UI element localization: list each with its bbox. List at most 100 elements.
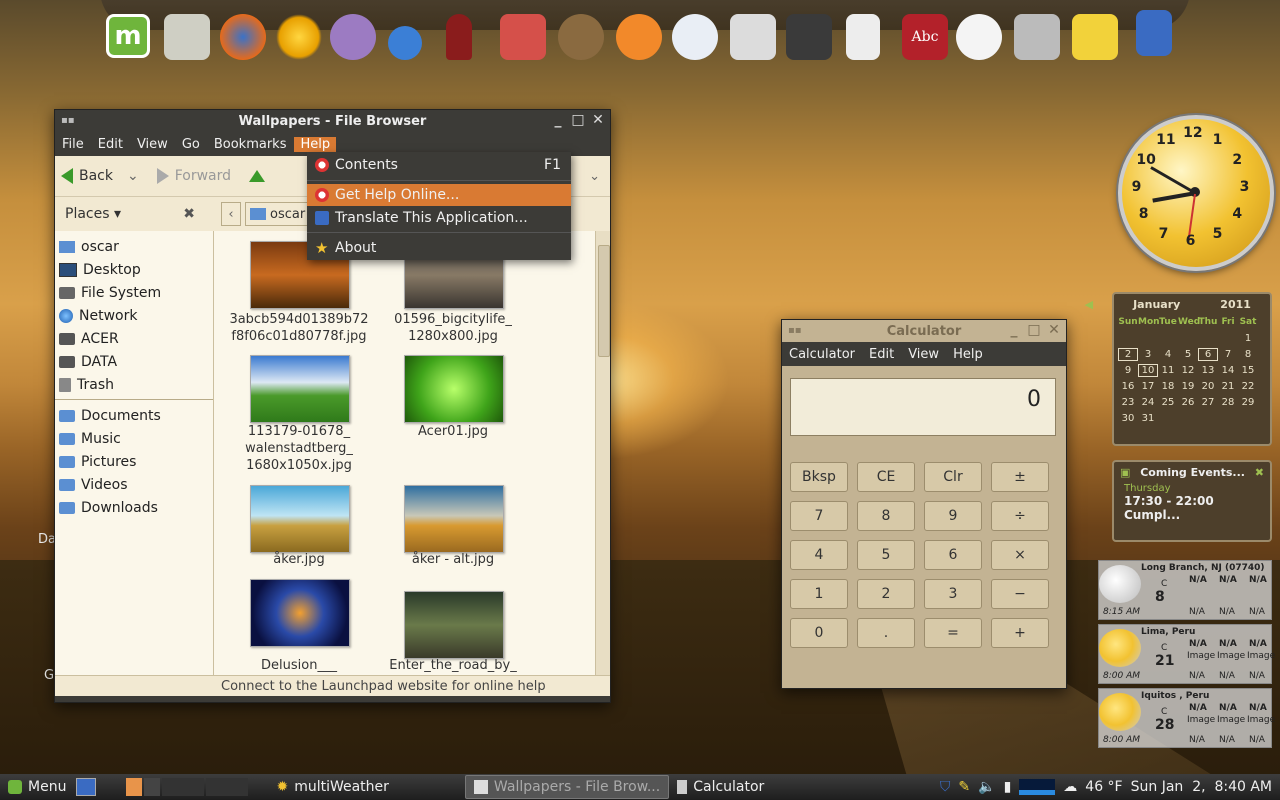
weather-widget[interactable]: Iquitos , Peru C 28 8:00 AM N/A N/A N/A Image Im… bbox=[1098, 688, 1275, 748]
weather-widget[interactable]: Long Branch, NJ (07740) C 8 8:15 AM N/A N/A N/… bbox=[1098, 560, 1272, 620]
task-calculator[interactable]: Calculator bbox=[669, 776, 772, 798]
calendar-day[interactable]: 3 bbox=[1138, 349, 1158, 360]
calc-button[interactable]: ± bbox=[991, 462, 1049, 492]
calc-button[interactable]: × bbox=[991, 540, 1049, 570]
file-browser-titlebar[interactable]: ▪▪ Wallpapers - File Browser _ □ ✕ bbox=[55, 110, 610, 132]
calculator-titlebar[interactable]: ▪▪ Calculator _ □ ✕ bbox=[782, 320, 1066, 342]
menu-bookmarks[interactable]: Bookmarks bbox=[208, 137, 293, 152]
window-menu-icon[interactable]: ▪▪ bbox=[788, 325, 802, 336]
calendar-day[interactable]: 31 bbox=[1138, 413, 1158, 424]
temperature-label[interactable]: 46 °F bbox=[1085, 779, 1122, 795]
sidebar-item-data[interactable]: DATA bbox=[55, 350, 213, 373]
menu-help[interactable]: Help bbox=[294, 136, 337, 152]
calc-button[interactable]: + bbox=[991, 618, 1049, 648]
sidebar-item-documents[interactable]: Documents bbox=[55, 404, 213, 427]
volume-icon[interactable]: 🔈 bbox=[978, 779, 995, 795]
file-thumbnail[interactable] bbox=[404, 591, 504, 659]
file-name[interactable]: 01596_bigcitylife_ 1280x800.jpg bbox=[378, 311, 528, 345]
screenshot-icon[interactable] bbox=[956, 14, 1002, 60]
sun-icon[interactable] bbox=[276, 14, 322, 60]
calc-button[interactable]: Bksp bbox=[790, 462, 848, 492]
calc-button[interactable]: CE bbox=[857, 462, 915, 492]
places-dropdown[interactable]: Places ▾ ✖ bbox=[55, 206, 205, 222]
scrollbar-thumb[interactable] bbox=[598, 245, 610, 357]
back-button[interactable]: Back ⌄ bbox=[61, 168, 139, 184]
file-thumbnail[interactable] bbox=[250, 485, 350, 553]
radio-icon[interactable] bbox=[500, 14, 546, 60]
sidebar-item-pictures[interactable]: Pictures bbox=[55, 450, 213, 473]
calc-button[interactable]: ÷ bbox=[991, 501, 1049, 531]
calendar-day[interactable]: 15 bbox=[1238, 365, 1258, 376]
shield-icon[interactable]: ⛉ bbox=[940, 779, 951, 795]
calculator-icon[interactable] bbox=[846, 14, 880, 60]
chevron-down-icon[interactable]: ⌄ bbox=[127, 168, 139, 184]
workspace-4[interactable] bbox=[206, 778, 249, 796]
workspace-2[interactable] bbox=[144, 778, 161, 796]
sidebar-item-desktop[interactable]: Desktop bbox=[55, 258, 213, 281]
forward-button[interactable]: Forward bbox=[156, 168, 231, 184]
clock-label[interactable]: Sun Jan 2, 8:40 AM bbox=[1131, 779, 1272, 795]
file-name[interactable]: Delusion___ bbox=[224, 657, 374, 674]
calendar-day[interactable]: 24 bbox=[1138, 397, 1158, 408]
minimize-icon[interactable]: _ bbox=[1006, 321, 1022, 339]
menu-help[interactable]: Help bbox=[947, 347, 989, 362]
maximize-icon[interactable]: □ bbox=[1026, 321, 1042, 339]
calc-button[interactable]: 6 bbox=[924, 540, 982, 570]
sidebar-item-trash[interactable]: Trash bbox=[55, 373, 213, 396]
bird-icon[interactable] bbox=[616, 14, 662, 60]
weather-cloud-icon[interactable]: ☁ bbox=[1063, 779, 1077, 795]
calendar-day[interactable]: 8 bbox=[1238, 349, 1258, 360]
calc-button[interactable]: − bbox=[991, 579, 1049, 609]
file-thumbnail[interactable] bbox=[250, 355, 350, 423]
mint-menu-icon[interactable]: m bbox=[106, 14, 150, 58]
camera2-icon[interactable] bbox=[1014, 14, 1060, 60]
menu-file[interactable]: File bbox=[56, 137, 90, 152]
window-menu-icon[interactable]: ▪▪ bbox=[61, 115, 75, 126]
menu-button[interactable]: Menu bbox=[0, 776, 74, 798]
workspace-1[interactable] bbox=[126, 778, 143, 796]
file-name[interactable]: Acer01.jpg bbox=[378, 423, 528, 440]
menu-edit[interactable]: Edit bbox=[863, 347, 900, 362]
calc-button[interactable]: 4 bbox=[790, 540, 848, 570]
camera-icon[interactable] bbox=[786, 14, 832, 60]
file-thumbnail[interactable] bbox=[404, 485, 504, 553]
calendar-day[interactable]: 21 bbox=[1218, 381, 1238, 392]
close-icon[interactable]: ✕ bbox=[1046, 321, 1062, 339]
calendar-day[interactable]: 1 bbox=[1238, 333, 1258, 344]
calendar-day[interactable]: 20 bbox=[1198, 381, 1218, 392]
workspace-switcher[interactable] bbox=[126, 778, 249, 796]
file-name[interactable]: 3abcb594d01389b72 f8f06c01d80778f.jpg bbox=[224, 311, 374, 345]
sidebar-item-music[interactable]: Music bbox=[55, 427, 213, 450]
close-icon[interactable]: ✖ bbox=[1255, 466, 1264, 479]
calendar-day[interactable]: 2 bbox=[1118, 347, 1138, 361]
printer-icon[interactable] bbox=[730, 14, 776, 60]
task-file-browser[interactable]: Wallpapers - File Brow... bbox=[464, 775, 670, 799]
pidgin-icon[interactable] bbox=[330, 14, 376, 60]
prev-month-icon[interactable]: ◀ bbox=[1085, 298, 1093, 311]
task-multiweather[interactable]: ✹ multiWeather bbox=[268, 776, 396, 798]
calendar-day[interactable]: 9 bbox=[1118, 365, 1138, 376]
calendar-day[interactable]: 22 bbox=[1238, 381, 1258, 392]
calendar-day[interactable]: 7 bbox=[1218, 349, 1238, 360]
calendar-day[interactable]: 6 bbox=[1198, 347, 1218, 361]
calc-button[interactable]: 9 bbox=[924, 501, 982, 531]
close-icon[interactable]: ✕ bbox=[590, 111, 606, 129]
file-name[interactable]: Enter_the_road_by_ bbox=[378, 657, 528, 674]
calendar-day[interactable]: 4 bbox=[1158, 349, 1178, 360]
calc-button[interactable]: 2 bbox=[857, 579, 915, 609]
show-desktop-icon[interactable] bbox=[76, 778, 97, 796]
file-thumbnail[interactable] bbox=[404, 355, 504, 423]
network-icon[interactable] bbox=[388, 26, 422, 60]
calendar-day[interactable]: 30 bbox=[1118, 413, 1138, 424]
chart-icon[interactable] bbox=[672, 14, 718, 60]
menu-item-about[interactable]: ★ About bbox=[307, 237, 571, 259]
calc-button[interactable]: 3 bbox=[924, 579, 982, 609]
weather-widget[interactable]: Lima, Peru C 21 8:00 AM N/A N/A N/A Image Image I… bbox=[1098, 624, 1275, 684]
firefox-icon[interactable] bbox=[220, 14, 266, 60]
notes-icon[interactable]: ✎ bbox=[958, 779, 970, 795]
sidebar-item-acer[interactable]: ACER bbox=[55, 327, 213, 350]
calc-button[interactable]: 5 bbox=[857, 540, 915, 570]
up-button[interactable] bbox=[249, 170, 266, 182]
calendar-day[interactable]: 18 bbox=[1158, 381, 1178, 392]
menu-item-contents[interactable]: Contents F1 bbox=[307, 154, 571, 176]
